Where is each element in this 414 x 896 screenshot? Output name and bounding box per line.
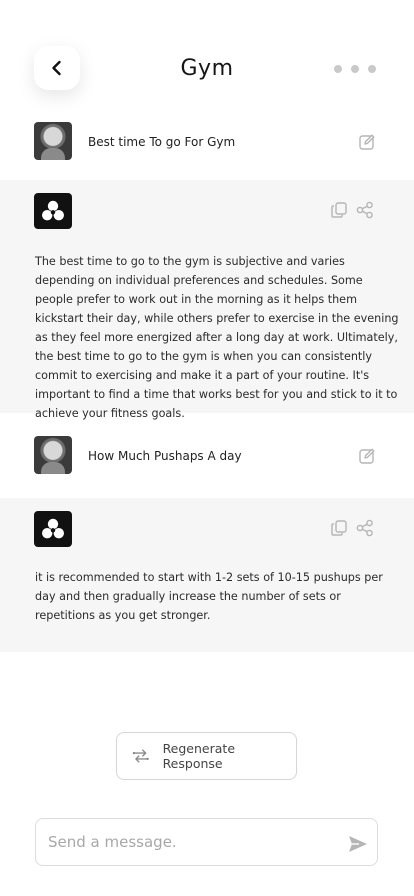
message-composer [35, 818, 378, 866]
more-dots-icon [351, 65, 359, 73]
user-avatar [34, 122, 72, 160]
header: Gym [0, 0, 414, 110]
copy-icon[interactable] [330, 201, 348, 219]
share-icon[interactable] [356, 201, 374, 219]
user-message-text: How Much Pushaps A day [88, 449, 242, 463]
edit-icon[interactable] [357, 132, 377, 152]
bot-logo-icon [42, 518, 64, 539]
edit-icon[interactable] [357, 446, 377, 466]
more-options-button[interactable] [334, 62, 376, 76]
user-message: Best time To go For Gym [0, 113, 414, 175]
user-avatar [34, 436, 72, 474]
share-icon[interactable] [356, 519, 374, 537]
bot-logo [34, 193, 72, 229]
user-message: How Much Pushaps A day [0, 427, 414, 489]
more-dots-icon [368, 65, 376, 73]
assistant-message-text: it is recommended to start with 1-2 sets… [35, 571, 383, 622]
more-dots-icon [334, 65, 342, 73]
send-icon[interactable] [347, 833, 369, 855]
user-message-text: Best time To go For Gym [88, 135, 236, 149]
regenerate-label: Regenerate Response [162, 741, 236, 771]
assistant-message: The best time to go to the gym is subjec… [0, 180, 414, 420]
assistant-message: it is recommended to start with 1-2 sets… [0, 498, 414, 652]
assistant-message-text: The best time to go to the gym is subjec… [35, 255, 399, 420]
bot-logo [34, 511, 72, 547]
copy-icon[interactable] [330, 519, 348, 537]
regenerate-response-button[interactable]: Regenerate Response [116, 732, 297, 780]
message-input[interactable] [48, 819, 338, 864]
bot-logo-icon [42, 200, 64, 221]
regenerate-icon [132, 749, 149, 763]
